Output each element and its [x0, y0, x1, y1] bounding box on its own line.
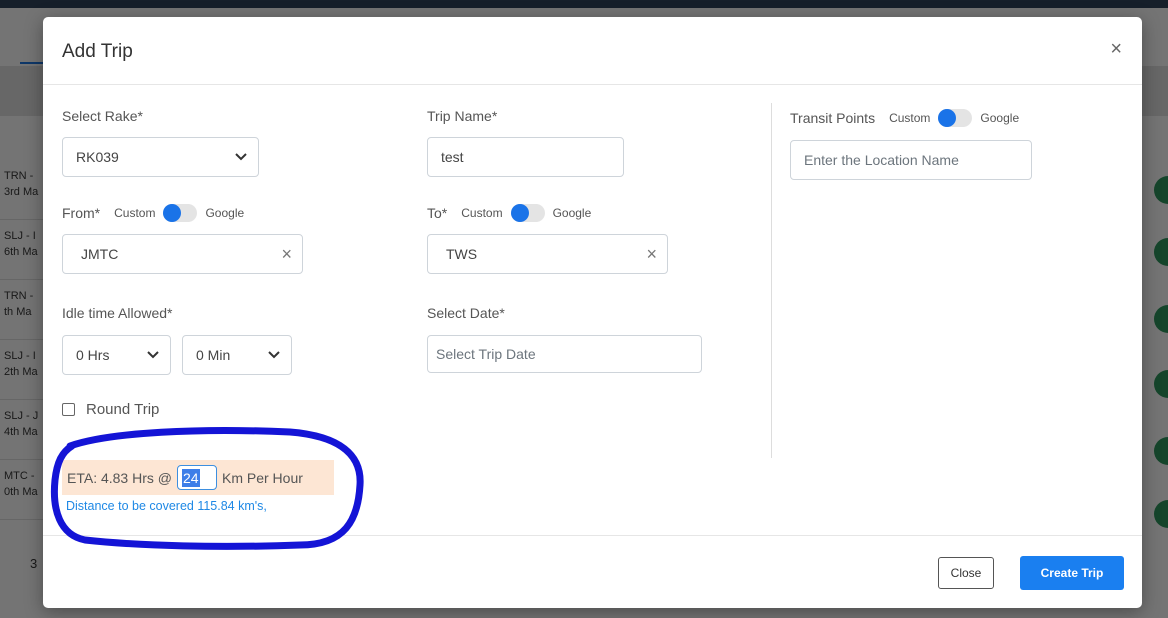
modal-footer-divider [43, 535, 1142, 536]
transit-toggle-row: Transit Points Custom Google [790, 109, 1019, 127]
trip-name-value: test [441, 149, 464, 165]
round-trip-label: Round Trip [86, 401, 160, 418]
add-trip-modal: Add Trip × Select Rake* RK039 Trip Name*… [43, 17, 1142, 608]
speed-input[interactable]: 24 [176, 465, 217, 490]
custom-label: Custom [461, 206, 503, 220]
modal-title: Add Trip [62, 41, 133, 62]
date-label: Select Date* [427, 305, 505, 321]
modal-header: Add Trip × [43, 17, 1142, 85]
idle-minutes-value: 0 Min [196, 347, 231, 363]
column-divider [771, 103, 772, 458]
to-toggle-row: To* Custom Google [427, 204, 591, 222]
google-label: Google [552, 206, 592, 220]
rake-label: Select Rake* [62, 108, 143, 124]
toggle-knob [938, 109, 957, 127]
from-toggle-row: From* Custom Google [62, 204, 244, 222]
distance-text: Distance to be covered 115.84 km's, [66, 499, 267, 513]
date-placeholder: Select Trip Date [436, 346, 536, 362]
google-label: Google [205, 206, 245, 220]
round-trip-checkbox[interactable] [62, 403, 75, 416]
close-icon[interactable]: × [1110, 39, 1122, 59]
from-label: From* [62, 205, 101, 221]
to-source-toggle[interactable] [510, 204, 545, 222]
eta-box: ETA: 4.83 Hrs @ 24 Km Per Hour [62, 460, 334, 495]
transit-placeholder: Enter the Location Name [804, 152, 959, 168]
chevron-down-icon [147, 351, 159, 359]
speed-value: 24 [181, 469, 200, 487]
from-value: JMTC [81, 246, 119, 262]
idle-hours-value: 0 Hrs [76, 347, 110, 363]
transit-label: Transit Points [790, 110, 876, 126]
google-label: Google [980, 111, 1020, 125]
chevron-down-icon [268, 351, 280, 359]
clear-icon[interactable]: × [646, 245, 657, 263]
from-source-toggle[interactable] [163, 204, 198, 222]
idle-minutes-select[interactable]: 0 Min [182, 335, 292, 375]
idle-time-label: Idle time Allowed* [62, 305, 173, 321]
eta-suffix: Km Per Hour [221, 469, 303, 486]
transit-location-input[interactable]: Enter the Location Name [790, 140, 1032, 180]
trip-name-input[interactable]: test [427, 137, 624, 177]
close-button[interactable]: Close [938, 557, 994, 589]
custom-label: Custom [889, 111, 931, 125]
chevron-down-icon [235, 153, 247, 161]
transit-source-toggle[interactable] [938, 109, 973, 127]
rake-select[interactable]: RK039 [62, 137, 259, 177]
rake-value: RK039 [76, 149, 119, 165]
toggle-knob [510, 204, 529, 222]
trip-name-label: Trip Name* [427, 108, 498, 124]
to-value: TWS [446, 246, 478, 262]
toggle-knob [163, 204, 182, 222]
trip-date-input[interactable]: Select Trip Date [427, 335, 702, 373]
create-trip-button[interactable]: Create Trip [1020, 556, 1124, 590]
to-label: To* [427, 205, 448, 221]
idle-hours-select[interactable]: 0 Hrs [62, 335, 171, 375]
eta-prefix: ETA: 4.83 Hrs @ [67, 469, 172, 486]
from-location-input[interactable]: JMTC × [62, 234, 303, 274]
custom-label: Custom [114, 206, 156, 220]
to-location-input[interactable]: TWS × [427, 234, 668, 274]
clear-icon[interactable]: × [281, 245, 292, 263]
